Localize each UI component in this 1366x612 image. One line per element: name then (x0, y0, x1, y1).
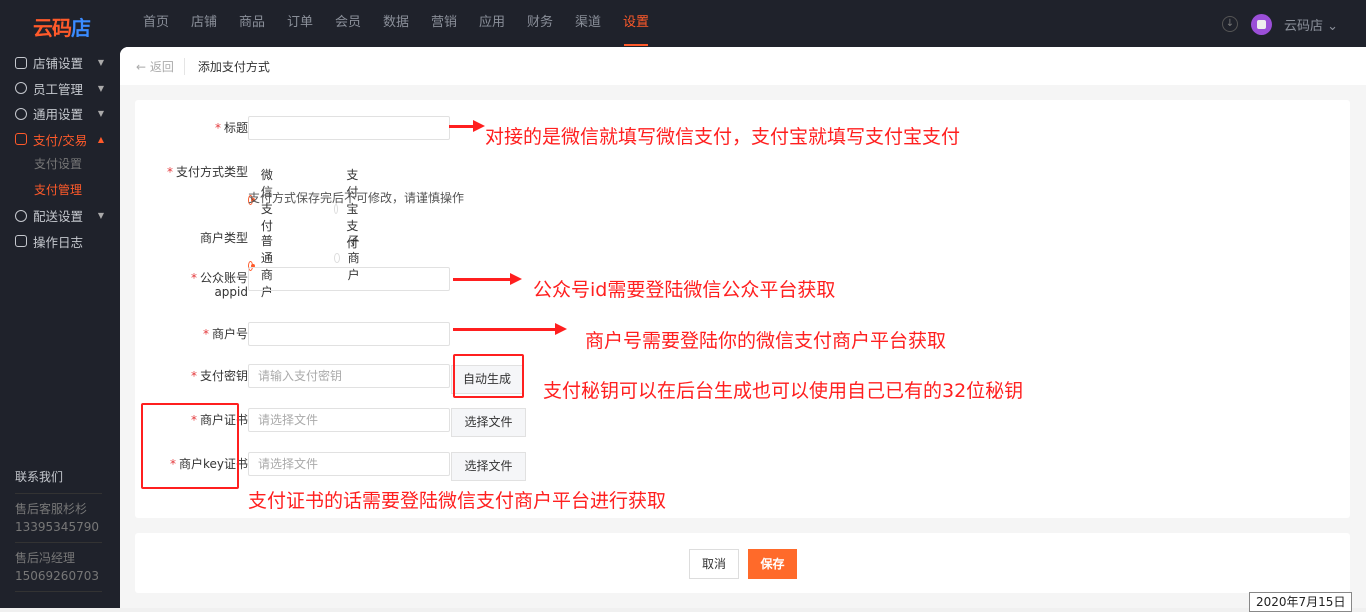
caret-down-icon: ▼ (97, 83, 104, 93)
title-label: * 标题 (214, 121, 248, 135)
contact-item: 售后客服杉杉 13395345790 (15, 494, 102, 543)
keycert-file-input[interactable]: 请选择文件 (248, 452, 450, 476)
sidebar-item-store-settings[interactable]: 店铺设置 ▼ (0, 50, 120, 76)
type-hint: 支付方式保存完后不可修改，请谨慎操作 (248, 191, 465, 205)
caret-down-icon: ▼ (97, 109, 104, 119)
back-label: 返回 (149, 59, 174, 74)
sidebar-item-staff[interactable]: 员工管理 ▼ (0, 76, 120, 102)
contact-item: 售后冯经理 15069260703 (15, 543, 102, 592)
form-row-mchid: * 商户号 (135, 322, 450, 346)
nav-channels[interactable]: 渠道 (564, 0, 612, 46)
contact-name: 售后客服杉杉 (15, 502, 88, 516)
nav-data[interactable]: 数据 (372, 0, 420, 46)
contact-phone: 15069260703 (15, 569, 99, 583)
form-row-appid: * 公众账号 appid (135, 267, 450, 299)
mchid-input[interactable] (248, 322, 450, 346)
chevron-down-icon: ⌄ (1327, 19, 1339, 34)
contact-phone: 13395345790 (15, 520, 99, 534)
taskbar (0, 608, 1366, 612)
caret-down-icon: ▼ (97, 211, 104, 221)
sidebar-item-delivery[interactable]: 配送设置 ▼ (0, 203, 120, 229)
form-row-merchant-type: 商户类型 普通商户 子商户 (135, 226, 360, 299)
contact-section: 联系我们 售后客服杉杉 13395345790 售后冯经理 15069260703 (15, 468, 102, 592)
type-label: * 支付方式类型 (166, 165, 248, 179)
cancel-button[interactable]: 取消 (689, 549, 739, 579)
sidebar-item-label: 配送设置 (33, 209, 84, 225)
page-title: 添加支付方式 (197, 59, 270, 74)
form-footer: 取消 保存 (135, 533, 1350, 593)
nav-orders[interactable]: 订单 (276, 0, 324, 46)
sidebar-item-label: 支付/交易 (33, 132, 88, 148)
title-input[interactable] (248, 116, 450, 140)
log-icon (15, 235, 27, 248)
nav-goods[interactable]: 商品 (228, 0, 276, 46)
form-row-type: * 支付方式类型 微信支付 支付宝支付 支付方式保存完后不可修改，请谨慎操作 (135, 160, 464, 250)
sidebar-item-payment[interactable]: 支付/交易 ▲ (0, 127, 120, 153)
nav-marketing[interactable]: 营销 (420, 0, 468, 46)
breadcrumb: ← 返回 添加支付方式 (120, 47, 1366, 85)
cert-file-input[interactable]: 请选择文件 (248, 408, 450, 432)
merchant-type-label: 商户类型 (199, 231, 248, 245)
form-row-title: * 标题 (135, 116, 450, 140)
back-link[interactable]: ← 返回 (136, 57, 185, 75)
sidebar-item-label: 操作日志 (33, 234, 84, 250)
nav-store[interactable]: 店铺 (180, 0, 228, 46)
annotation-arrow (449, 120, 485, 132)
user-icon (15, 82, 27, 95)
logo[interactable]: 云码店 (33, 12, 91, 41)
gear-icon (15, 209, 27, 222)
appid-input[interactable] (248, 267, 450, 291)
key-label: * 支付密钥 (190, 369, 248, 383)
appid-label: * 公众账号 appid (190, 271, 248, 299)
nav-apps[interactable]: 应用 (468, 0, 516, 46)
contact-name: 售后冯经理 (15, 551, 76, 565)
nav-home[interactable]: 首页 (132, 0, 180, 46)
nav-members[interactable]: 会员 (324, 0, 372, 46)
user-menu[interactable]: 云码店 ⌄ (1284, 15, 1338, 34)
sidebar-item-label: 员工管理 (33, 81, 84, 97)
annotation-arrow (453, 323, 567, 335)
sidebar-item-logs[interactable]: 操作日志 (0, 229, 120, 255)
avatar[interactable] (1251, 14, 1272, 35)
choose-cert-button[interactable]: 选择文件 (451, 408, 526, 437)
sidebar-subitem-payment-settings[interactable]: 支付设置 (0, 152, 120, 178)
annotation-appid: 公众号id需要登陆微信公众平台获取 (533, 279, 836, 301)
annotation-mchid: 商户号需要登陆你的微信支付商户平台获取 (585, 330, 947, 352)
save-button[interactable]: 保存 (748, 549, 797, 579)
taskbar-date: 2020年7月15日 (1249, 592, 1353, 612)
sidebar-subitem-payment-management[interactable]: 支付管理 (0, 178, 120, 204)
choose-keycert-button[interactable]: 选择文件 (451, 452, 526, 481)
user-name: 云码店 (1284, 19, 1324, 34)
highlight-box (141, 403, 239, 489)
caret-up-icon: ▲ (97, 134, 104, 144)
caret-down-icon: ▼ (97, 58, 104, 68)
store-icon (15, 56, 27, 69)
arrow-left-icon: ← (136, 59, 150, 74)
annotation-key: 支付秘钥可以在后台生成也可以使用自己已有的32位秘钥 (543, 380, 1024, 402)
sidebar-item-general[interactable]: 通用设置 ▼ (0, 101, 120, 127)
wallet-icon (15, 133, 27, 146)
nav-finance[interactable]: 财务 (516, 0, 564, 46)
download-icon[interactable]: ↓ (1222, 16, 1238, 32)
main-nav: 首页 店铺 商品 订单 会员 数据 营销 应用 财务 渠道 设置 (132, 0, 660, 46)
gear-icon (15, 107, 27, 120)
nav-settings[interactable]: 设置 (612, 0, 660, 46)
annotation-title: 对接的是微信就填写微信支付，支付宝就填写支付宝支付 (485, 126, 961, 148)
contact-title: 联系我们 (15, 468, 102, 494)
sidebar-item-label: 通用设置 (33, 107, 84, 123)
form-card: * 标题 * 支付方式类型 微信支付 支付宝支付 支付方式保存完后不可修改，请谨慎操… (135, 100, 1350, 518)
mchid-label: * 商户号 (202, 327, 248, 341)
highlight-box (453, 354, 524, 398)
annotation-cert: 支付证书的话需要登陆微信支付商户平台进行获取 (248, 490, 667, 512)
form-row-key: * 支付密钥 请输入支付密钥 自动生成 (135, 364, 523, 394)
annotation-arrow (453, 273, 522, 285)
top-bar: 云码店 首页 店铺 商品 订单 会员 数据 营销 应用 财务 渠道 设置 ↓ 云… (0, 0, 1366, 47)
sidebar-item-label: 店铺设置 (33, 56, 84, 72)
key-input[interactable]: 请输入支付密钥 (248, 364, 450, 388)
